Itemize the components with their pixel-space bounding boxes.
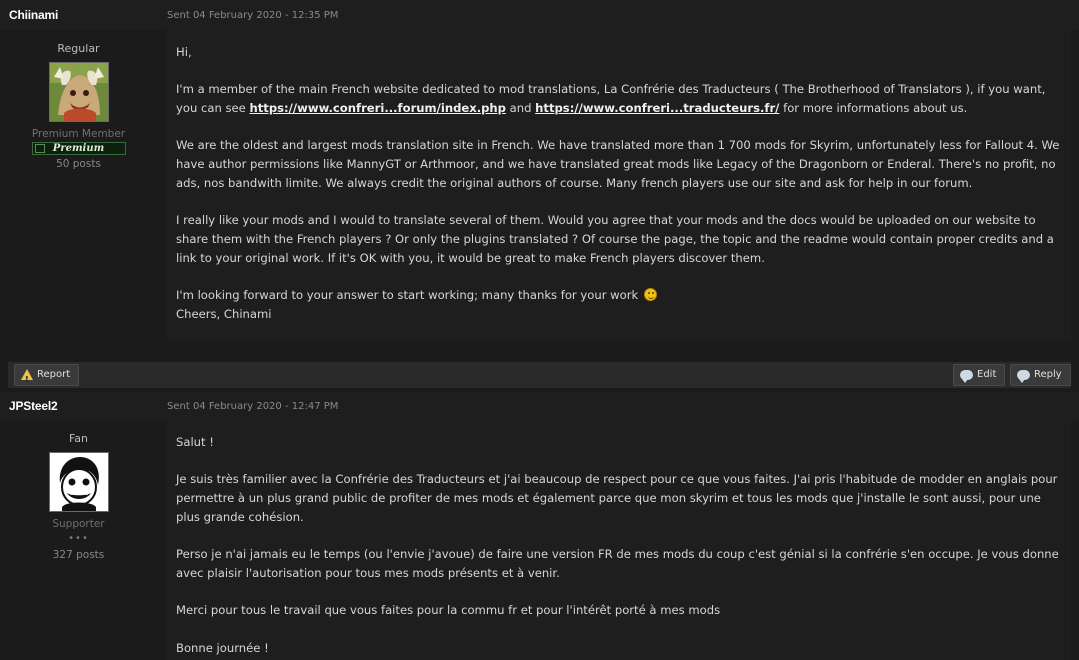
- site-link[interactable]: https://www.confreri...traducteurs.fr/: [535, 101, 779, 115]
- report-button[interactable]: Report: [14, 364, 80, 390]
- message-paragraph: Je suis très familier avec la Confrérie …: [176, 472, 1058, 524]
- message-paragraph: We are the oldest and largest mods trans…: [176, 138, 1060, 190]
- badge-label: Premium: [52, 143, 105, 154]
- member-type: Premium Member: [31, 128, 126, 140]
- speech-bubble-icon: [1017, 370, 1030, 383]
- author-name[interactable]: Chiinami: [9, 8, 58, 22]
- message-paragraph: I'm a member of the main French website …: [176, 82, 1046, 116]
- post-header: Chiinami Sent 04 February 2020 - 12:35 P…: [0, 0, 1079, 30]
- message-paragraph: Hi,: [176, 45, 192, 59]
- premium-badge: Premium: [31, 142, 126, 155]
- message-paragraph: Perso je n'ai jamais eu le temps (ou l'e…: [176, 547, 1059, 580]
- author-rank: Regular: [57, 42, 100, 55]
- post-header: JPSteel2 Sent 04 February 2020 - 12:47 P…: [0, 392, 1079, 420]
- reply-button[interactable]: Reply: [1010, 364, 1071, 386]
- badge-flag-icon: [34, 144, 45, 153]
- forum-link[interactable]: https://www.confreri...forum/index.php: [250, 101, 506, 115]
- post-2: JPSteel2 Sent 04 February 2020 - 12:47 P…: [0, 392, 1079, 660]
- message-body: Hi, I'm a member of the main French webs…: [166, 30, 1071, 340]
- author-profile: Regular Premium Member Premium 50 posts: [0, 30, 157, 170]
- message-paragraph: Bonne journée !: [176, 640, 269, 655]
- message-paragraph: Merci pour tous le travail que vous fait…: [176, 603, 721, 618]
- speech-bubble-icon: [960, 370, 973, 383]
- post-actions-bar: Report Edit Reply: [8, 362, 1071, 390]
- author-name[interactable]: JPSteel2: [9, 399, 58, 413]
- warning-icon: [21, 369, 33, 390]
- message-body: Salut ! Je suis très familier avec la Co…: [166, 420, 1071, 660]
- post-date: Sent 04 February 2020 - 12:47 PM: [167, 401, 339, 412]
- post-date: Sent 04 February 2020 - 12:35 PM: [167, 10, 339, 21]
- author-rank: Fan: [68, 432, 89, 445]
- post-1: Chiinami Sent 04 February 2020 - 12:35 P…: [0, 0, 1079, 360]
- member-dots: •••: [68, 533, 89, 544]
- author-profile: Fan Supporter ••• 327 posts: [0, 420, 157, 561]
- message-paragraph: I really like your mods and I would to t…: [176, 213, 1054, 265]
- message-paragraph: Salut !: [176, 435, 214, 449]
- wink-smiley-icon: [643, 288, 657, 302]
- member-type: Supporter: [52, 518, 105, 530]
- message-paragraph: I'm looking forward to your answer to st…: [176, 286, 1061, 323]
- avatar[interactable]: [48, 62, 109, 122]
- post-count: 50 posts: [56, 158, 101, 170]
- avatar[interactable]: [48, 452, 109, 512]
- post-count: 327 posts: [52, 549, 105, 561]
- edit-button[interactable]: Edit: [953, 364, 1006, 386]
